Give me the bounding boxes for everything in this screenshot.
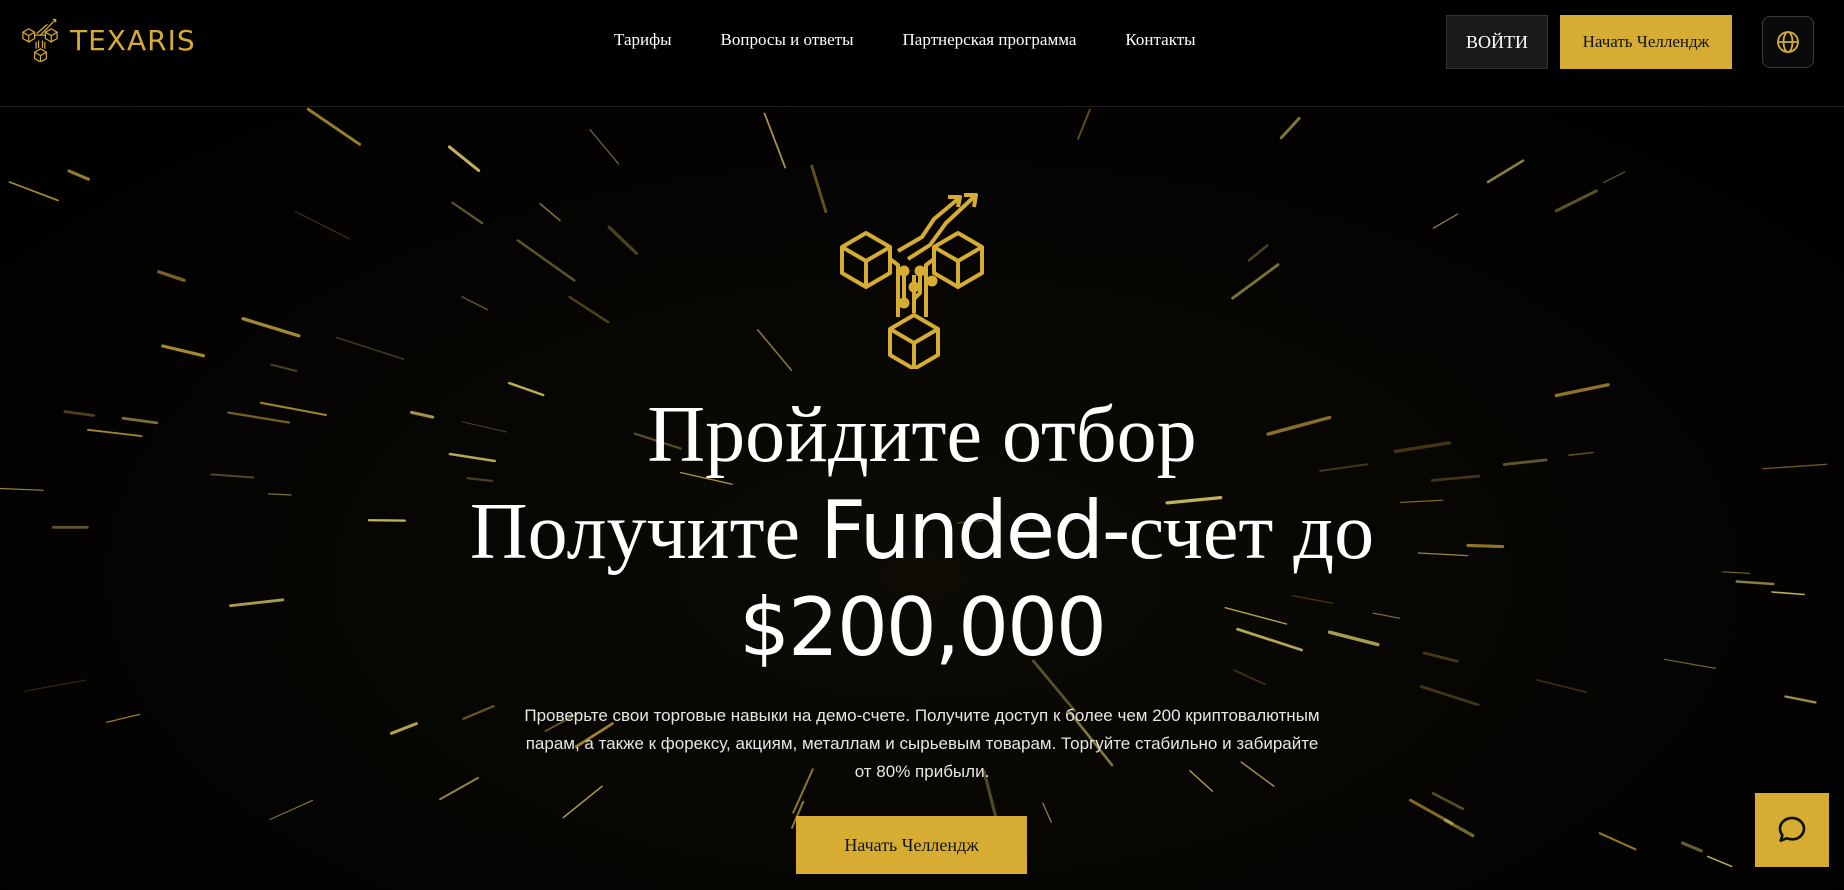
light-streak xyxy=(462,704,495,720)
light-streak xyxy=(763,112,787,169)
light-streak xyxy=(1681,841,1703,853)
light-streak xyxy=(1247,244,1269,262)
chat-bubble-icon xyxy=(1778,816,1806,842)
light-streak xyxy=(23,679,87,692)
nav-link-tariffs[interactable]: Тарифы xyxy=(614,30,672,50)
light-streak xyxy=(1077,108,1091,140)
light-streak xyxy=(269,799,314,821)
light-streak xyxy=(1598,832,1637,851)
light-streak xyxy=(589,129,620,165)
nav-link-affiliate[interactable]: Партнерская программа xyxy=(903,30,1077,50)
login-button[interactable]: ВОЙТИ xyxy=(1446,15,1548,69)
light-streak xyxy=(439,776,479,801)
globe-icon xyxy=(1777,31,1799,53)
light-streak xyxy=(306,107,362,146)
light-streak xyxy=(1535,678,1588,694)
light-streak xyxy=(1431,792,1465,811)
light-streak xyxy=(390,722,418,735)
light-streak xyxy=(1784,695,1817,704)
light-streak xyxy=(1443,818,1475,838)
light-streak xyxy=(1419,685,1480,707)
light-streak xyxy=(105,713,141,723)
light-streak xyxy=(451,201,484,225)
light-streak xyxy=(1231,263,1280,300)
nav-link-contacts[interactable]: Контакты xyxy=(1125,30,1195,50)
hero-title-line-2: Получите Funded-счет до xyxy=(0,483,1844,580)
brand-name: TEXARIS xyxy=(70,23,196,57)
light-streak xyxy=(447,145,481,172)
language-button[interactable] xyxy=(1762,16,1814,68)
chat-widget-button[interactable] xyxy=(1755,793,1829,867)
light-streak xyxy=(539,202,561,222)
light-streak xyxy=(607,225,639,255)
nav-link-faq[interactable]: Вопросы и ответы xyxy=(721,30,854,50)
light-streak xyxy=(270,363,298,372)
texaris-cube-logo-icon xyxy=(22,18,58,62)
light-streak xyxy=(568,295,610,324)
light-streak xyxy=(810,164,828,214)
site-header: TEXARIS Тарифы Вопросы и ответы Партнерс… xyxy=(0,0,1844,107)
hero-title-funded-highlight: Funded- xyxy=(820,484,1131,577)
light-streak xyxy=(1432,213,1459,229)
hero-title-amount: $200,000 xyxy=(739,581,1107,674)
hero-title: Пройдите отбор Получите Funded-счет до $… xyxy=(0,387,1844,676)
light-streak xyxy=(1486,159,1525,184)
hero-section: Пройдите отбор Получите Funded-счет до $… xyxy=(0,107,1844,890)
light-streak xyxy=(1042,802,1052,824)
light-streak xyxy=(756,328,793,372)
header-start-challenge-button[interactable]: Начать Челлендж xyxy=(1560,15,1732,69)
main-nav: Тарифы Вопросы и ответы Партнерская прог… xyxy=(614,30,1196,50)
light-streak xyxy=(8,181,59,202)
light-streak xyxy=(516,239,576,282)
hero-title-line-2-suffix: счет до xyxy=(1128,488,1375,576)
hero-description: Проверьте свои торговые навыки на демо-с… xyxy=(524,706,1320,781)
light-streak xyxy=(1706,855,1733,868)
light-streak xyxy=(1554,189,1598,213)
light-streak xyxy=(241,317,301,338)
hero-title-line-1: Пройдите отбор xyxy=(647,391,1197,479)
light-streak xyxy=(562,785,603,819)
light-streak xyxy=(336,336,405,360)
texaris-cube-logo-icon xyxy=(840,193,984,369)
light-streak xyxy=(157,270,186,283)
light-streak xyxy=(294,210,351,240)
brand-logo-link[interactable]: TEXARIS xyxy=(20,18,196,62)
light-streak xyxy=(67,169,90,181)
hero-title-line-2-prefix: Получите xyxy=(469,488,821,576)
hero-start-challenge-button[interactable]: Начать Челлендж xyxy=(796,816,1027,874)
light-streak xyxy=(161,344,205,358)
light-streak xyxy=(1603,171,1626,184)
light-streak xyxy=(461,296,489,311)
light-streak xyxy=(1279,116,1301,140)
